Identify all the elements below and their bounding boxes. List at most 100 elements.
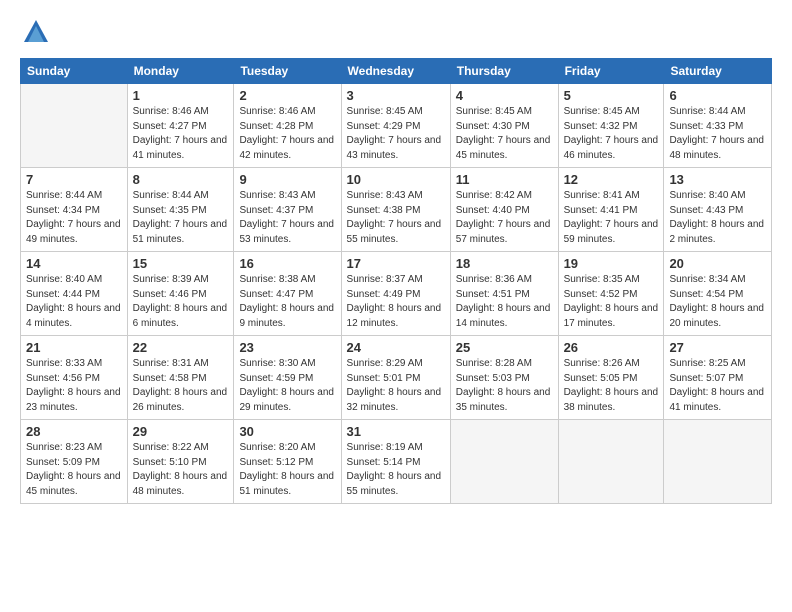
day-cell: 16 Sunrise: 8:38 AM Sunset: 4:47 PM Dayl… [234, 252, 341, 336]
day-number: 26 [564, 340, 659, 355]
day-info: Sunrise: 8:41 AM Sunset: 4:41 PM Dayligh… [564, 189, 659, 247]
day-cell: 28 Sunrise: 8:23 AM Sunset: 5:09 PM Dayl… [21, 420, 128, 504]
daylight: Daylight: 7 hours and 46 minutes. [564, 135, 659, 161]
sunrise: Sunrise: 8:45 AM [456, 106, 532, 117]
daylight: Daylight: 7 hours and 53 minutes. [239, 219, 334, 245]
day-cell [664, 420, 772, 504]
day-cell: 11 Sunrise: 8:42 AM Sunset: 4:40 PM Dayl… [450, 168, 558, 252]
sunset: Sunset: 4:44 PM [26, 289, 100, 300]
day-number: 1 [133, 88, 229, 103]
day-cell: 29 Sunrise: 8:22 AM Sunset: 5:10 PM Dayl… [127, 420, 234, 504]
day-info: Sunrise: 8:45 AM Sunset: 4:29 PM Dayligh… [347, 105, 445, 163]
day-cell: 5 Sunrise: 8:45 AM Sunset: 4:32 PM Dayli… [558, 84, 664, 168]
day-info: Sunrise: 8:25 AM Sunset: 5:07 PM Dayligh… [669, 357, 766, 415]
week-row-4: 21 Sunrise: 8:33 AM Sunset: 4:56 PM Dayl… [21, 336, 772, 420]
day-number: 5 [564, 88, 659, 103]
daylight: Daylight: 7 hours and 45 minutes. [456, 135, 551, 161]
day-number: 28 [26, 424, 122, 439]
day-info: Sunrise: 8:39 AM Sunset: 4:46 PM Dayligh… [133, 273, 229, 331]
sunrise: Sunrise: 8:41 AM [564, 190, 640, 201]
daylight: Daylight: 8 hours and 55 minutes. [347, 471, 442, 497]
sunset: Sunset: 4:34 PM [26, 205, 100, 216]
sunrise: Sunrise: 8:22 AM [133, 442, 209, 453]
day-cell [558, 420, 664, 504]
sunrise: Sunrise: 8:36 AM [456, 274, 532, 285]
day-number: 21 [26, 340, 122, 355]
daylight: Daylight: 8 hours and 6 minutes. [133, 303, 228, 329]
weekday-header-sunday: Sunday [21, 59, 128, 84]
day-info: Sunrise: 8:35 AM Sunset: 4:52 PM Dayligh… [564, 273, 659, 331]
day-cell: 14 Sunrise: 8:40 AM Sunset: 4:44 PM Dayl… [21, 252, 128, 336]
sunrise: Sunrise: 8:44 AM [669, 106, 745, 117]
sunset: Sunset: 4:47 PM [239, 289, 313, 300]
day-number: 23 [239, 340, 335, 355]
weekday-header-monday: Monday [127, 59, 234, 84]
sunrise: Sunrise: 8:28 AM [456, 358, 532, 369]
calendar-table: SundayMondayTuesdayWednesdayThursdayFrid… [20, 58, 772, 504]
daylight: Daylight: 8 hours and 32 minutes. [347, 387, 442, 413]
day-number: 20 [669, 256, 766, 271]
sunset: Sunset: 4:30 PM [456, 121, 530, 132]
day-cell: 19 Sunrise: 8:35 AM Sunset: 4:52 PM Dayl… [558, 252, 664, 336]
day-number: 7 [26, 172, 122, 187]
day-number: 13 [669, 172, 766, 187]
day-number: 14 [26, 256, 122, 271]
day-info: Sunrise: 8:43 AM Sunset: 4:37 PM Dayligh… [239, 189, 335, 247]
day-info: Sunrise: 8:43 AM Sunset: 4:38 PM Dayligh… [347, 189, 445, 247]
sunset: Sunset: 5:01 PM [347, 373, 421, 384]
day-cell: 17 Sunrise: 8:37 AM Sunset: 4:49 PM Dayl… [341, 252, 450, 336]
daylight: Daylight: 8 hours and 14 minutes. [456, 303, 551, 329]
daylight: Daylight: 7 hours and 51 minutes. [133, 219, 228, 245]
day-info: Sunrise: 8:28 AM Sunset: 5:03 PM Dayligh… [456, 357, 553, 415]
day-cell: 18 Sunrise: 8:36 AM Sunset: 4:51 PM Dayl… [450, 252, 558, 336]
daylight: Daylight: 8 hours and 35 minutes. [456, 387, 551, 413]
day-cell: 20 Sunrise: 8:34 AM Sunset: 4:54 PM Dayl… [664, 252, 772, 336]
sunset: Sunset: 5:07 PM [669, 373, 743, 384]
sunrise: Sunrise: 8:25 AM [669, 358, 745, 369]
day-info: Sunrise: 8:26 AM Sunset: 5:05 PM Dayligh… [564, 357, 659, 415]
sunrise: Sunrise: 8:23 AM [26, 442, 102, 453]
day-info: Sunrise: 8:44 AM Sunset: 4:33 PM Dayligh… [669, 105, 766, 163]
sunset: Sunset: 4:52 PM [564, 289, 638, 300]
sunset: Sunset: 4:46 PM [133, 289, 207, 300]
sunrise: Sunrise: 8:42 AM [456, 190, 532, 201]
day-number: 19 [564, 256, 659, 271]
day-number: 4 [456, 88, 553, 103]
sunrise: Sunrise: 8:29 AM [347, 358, 423, 369]
sunset: Sunset: 4:28 PM [239, 121, 313, 132]
sunset: Sunset: 4:33 PM [669, 121, 743, 132]
day-number: 18 [456, 256, 553, 271]
daylight: Daylight: 8 hours and 38 minutes. [564, 387, 659, 413]
page: SundayMondayTuesdayWednesdayThursdayFrid… [0, 0, 792, 612]
day-number: 25 [456, 340, 553, 355]
sunrise: Sunrise: 8:33 AM [26, 358, 102, 369]
day-cell: 4 Sunrise: 8:45 AM Sunset: 4:30 PM Dayli… [450, 84, 558, 168]
sunset: Sunset: 5:05 PM [564, 373, 638, 384]
day-cell: 15 Sunrise: 8:39 AM Sunset: 4:46 PM Dayl… [127, 252, 234, 336]
header [20, 16, 772, 48]
daylight: Daylight: 7 hours and 57 minutes. [456, 219, 551, 245]
sunrise: Sunrise: 8:37 AM [347, 274, 423, 285]
day-cell: 30 Sunrise: 8:20 AM Sunset: 5:12 PM Dayl… [234, 420, 341, 504]
day-cell: 10 Sunrise: 8:43 AM Sunset: 4:38 PM Dayl… [341, 168, 450, 252]
daylight: Daylight: 8 hours and 48 minutes. [133, 471, 228, 497]
daylight: Daylight: 7 hours and 59 minutes. [564, 219, 659, 245]
logo [20, 16, 56, 48]
daylight: Daylight: 7 hours and 43 minutes. [347, 135, 442, 161]
day-cell: 3 Sunrise: 8:45 AM Sunset: 4:29 PM Dayli… [341, 84, 450, 168]
sunset: Sunset: 4:58 PM [133, 373, 207, 384]
sunset: Sunset: 4:51 PM [456, 289, 530, 300]
daylight: Daylight: 8 hours and 51 minutes. [239, 471, 334, 497]
sunrise: Sunrise: 8:40 AM [669, 190, 745, 201]
day-cell: 27 Sunrise: 8:25 AM Sunset: 5:07 PM Dayl… [664, 336, 772, 420]
daylight: Daylight: 8 hours and 20 minutes. [669, 303, 764, 329]
sunset: Sunset: 5:09 PM [26, 457, 100, 468]
daylight: Daylight: 8 hours and 41 minutes. [669, 387, 764, 413]
daylight: Daylight: 8 hours and 29 minutes. [239, 387, 334, 413]
day-cell: 6 Sunrise: 8:44 AM Sunset: 4:33 PM Dayli… [664, 84, 772, 168]
week-row-1: 1 Sunrise: 8:46 AM Sunset: 4:27 PM Dayli… [21, 84, 772, 168]
day-number: 27 [669, 340, 766, 355]
sunset: Sunset: 5:10 PM [133, 457, 207, 468]
day-cell: 23 Sunrise: 8:30 AM Sunset: 4:59 PM Dayl… [234, 336, 341, 420]
day-number: 3 [347, 88, 445, 103]
